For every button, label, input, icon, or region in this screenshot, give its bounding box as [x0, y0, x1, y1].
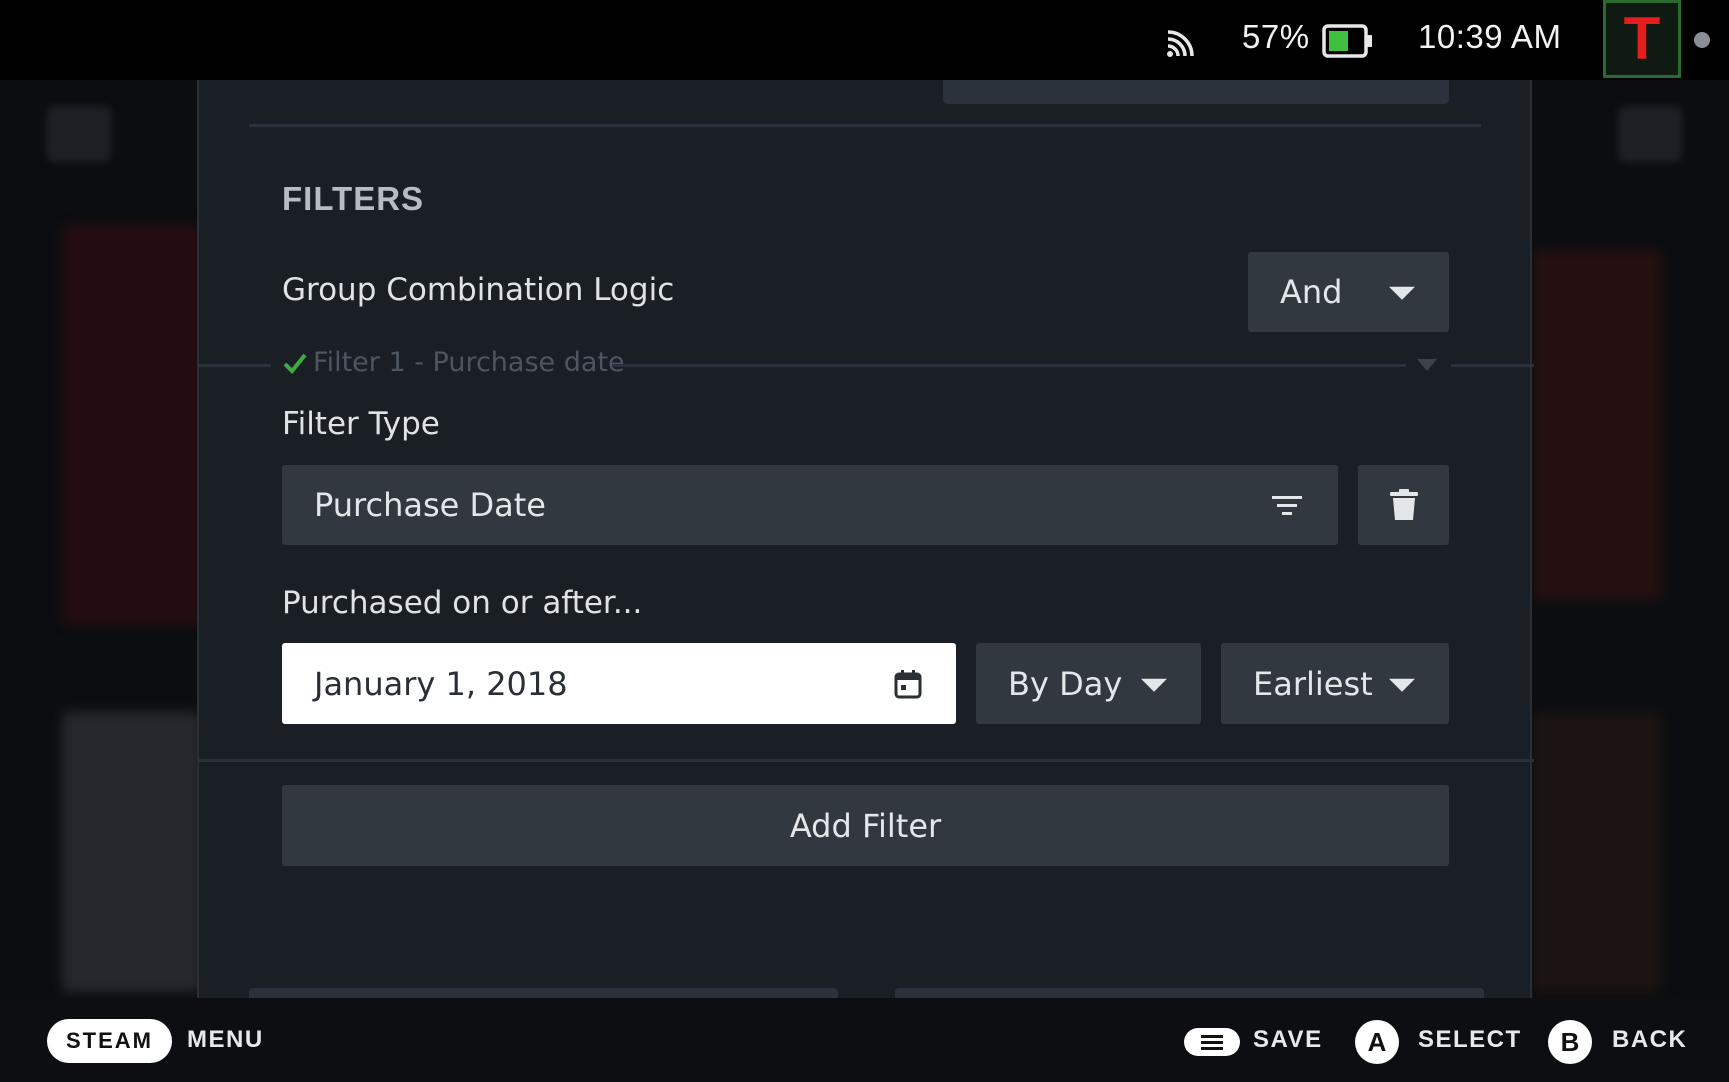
save-hint[interactable]: SAVE	[1253, 1026, 1323, 1054]
clock: 10:39 AM	[1418, 18, 1562, 55]
divider	[249, 124, 1481, 127]
granularity-value: By Day	[1008, 664, 1123, 703]
background-game-tile	[1532, 712, 1662, 992]
chevron-down-icon	[1389, 286, 1415, 300]
trash-icon	[1389, 489, 1418, 520]
controller-hint-bar: STEAM MENU SAVE A SELECT B BACK	[0, 998, 1729, 1082]
calendar-icon[interactable]	[893, 668, 923, 700]
cast-icon	[1167, 30, 1194, 57]
date-value: January 1, 2018	[314, 664, 568, 703]
back-hint[interactable]: BACK	[1612, 1026, 1687, 1054]
battery-percent: 57%	[1242, 18, 1310, 55]
order-value: Earliest	[1253, 664, 1373, 703]
divider	[1451, 364, 1534, 367]
menu-button-icon	[1184, 1028, 1240, 1056]
divider	[612, 364, 1406, 367]
status-bar: 57% 10:39 AM T	[0, 0, 1729, 80]
menu-label: MENU	[187, 1026, 264, 1053]
background-icon-right	[1618, 106, 1682, 162]
delete-filter-button[interactable]	[1358, 465, 1449, 545]
group-logic-label: Group Combination Logic	[282, 272, 675, 308]
divider	[199, 364, 271, 367]
filter-type-select[interactable]: Purchase Date	[282, 465, 1338, 545]
avatar[interactable]: T	[1603, 0, 1681, 78]
filter-1-title: Filter 1 - Purchase date	[313, 347, 625, 378]
order-dropdown[interactable]: Earliest	[1221, 643, 1449, 724]
avatar-letter: T	[1623, 5, 1661, 72]
filter-1-header[interactable]: Filter 1 - Purchase date	[199, 347, 1534, 381]
collapse-caret-icon[interactable]	[1417, 359, 1437, 371]
select-hint[interactable]: SELECT	[1418, 1026, 1522, 1054]
chevron-down-icon	[1389, 678, 1415, 692]
date-field[interactable]: January 1, 2018	[282, 643, 956, 724]
hamburger-icon	[1201, 1035, 1223, 1050]
steam-button[interactable]: STEAM	[47, 1019, 172, 1063]
granularity-dropdown[interactable]: By Day	[976, 643, 1201, 724]
background-icon-left	[47, 106, 111, 162]
a-button-icon: A	[1355, 1020, 1399, 1064]
purchased-after-label: Purchased on or after...	[282, 585, 643, 621]
group-logic-dropdown[interactable]: And	[1248, 252, 1449, 332]
filter-lines-icon	[1272, 496, 1302, 515]
add-filter-button[interactable]: Add Filter	[282, 785, 1449, 866]
filter-type-label: Filter Type	[282, 406, 440, 442]
notification-dot	[1694, 32, 1710, 48]
check-icon	[283, 353, 307, 374]
background-game-tile	[62, 225, 202, 625]
background-game-tile	[1532, 250, 1662, 600]
divider	[199, 759, 1534, 762]
background-game-tile	[62, 712, 202, 992]
battery-icon	[1322, 24, 1372, 58]
b-button-icon: B	[1548, 1020, 1592, 1064]
filter-settings-panel: FILTERS Group Combination Logic And Filt…	[197, 80, 1534, 1000]
chevron-down-icon	[1141, 678, 1167, 692]
previous-control-edge	[943, 80, 1449, 104]
section-title: FILTERS	[282, 180, 425, 217]
group-logic-value: And	[1280, 273, 1343, 311]
filter-type-value: Purchase Date	[314, 486, 546, 524]
